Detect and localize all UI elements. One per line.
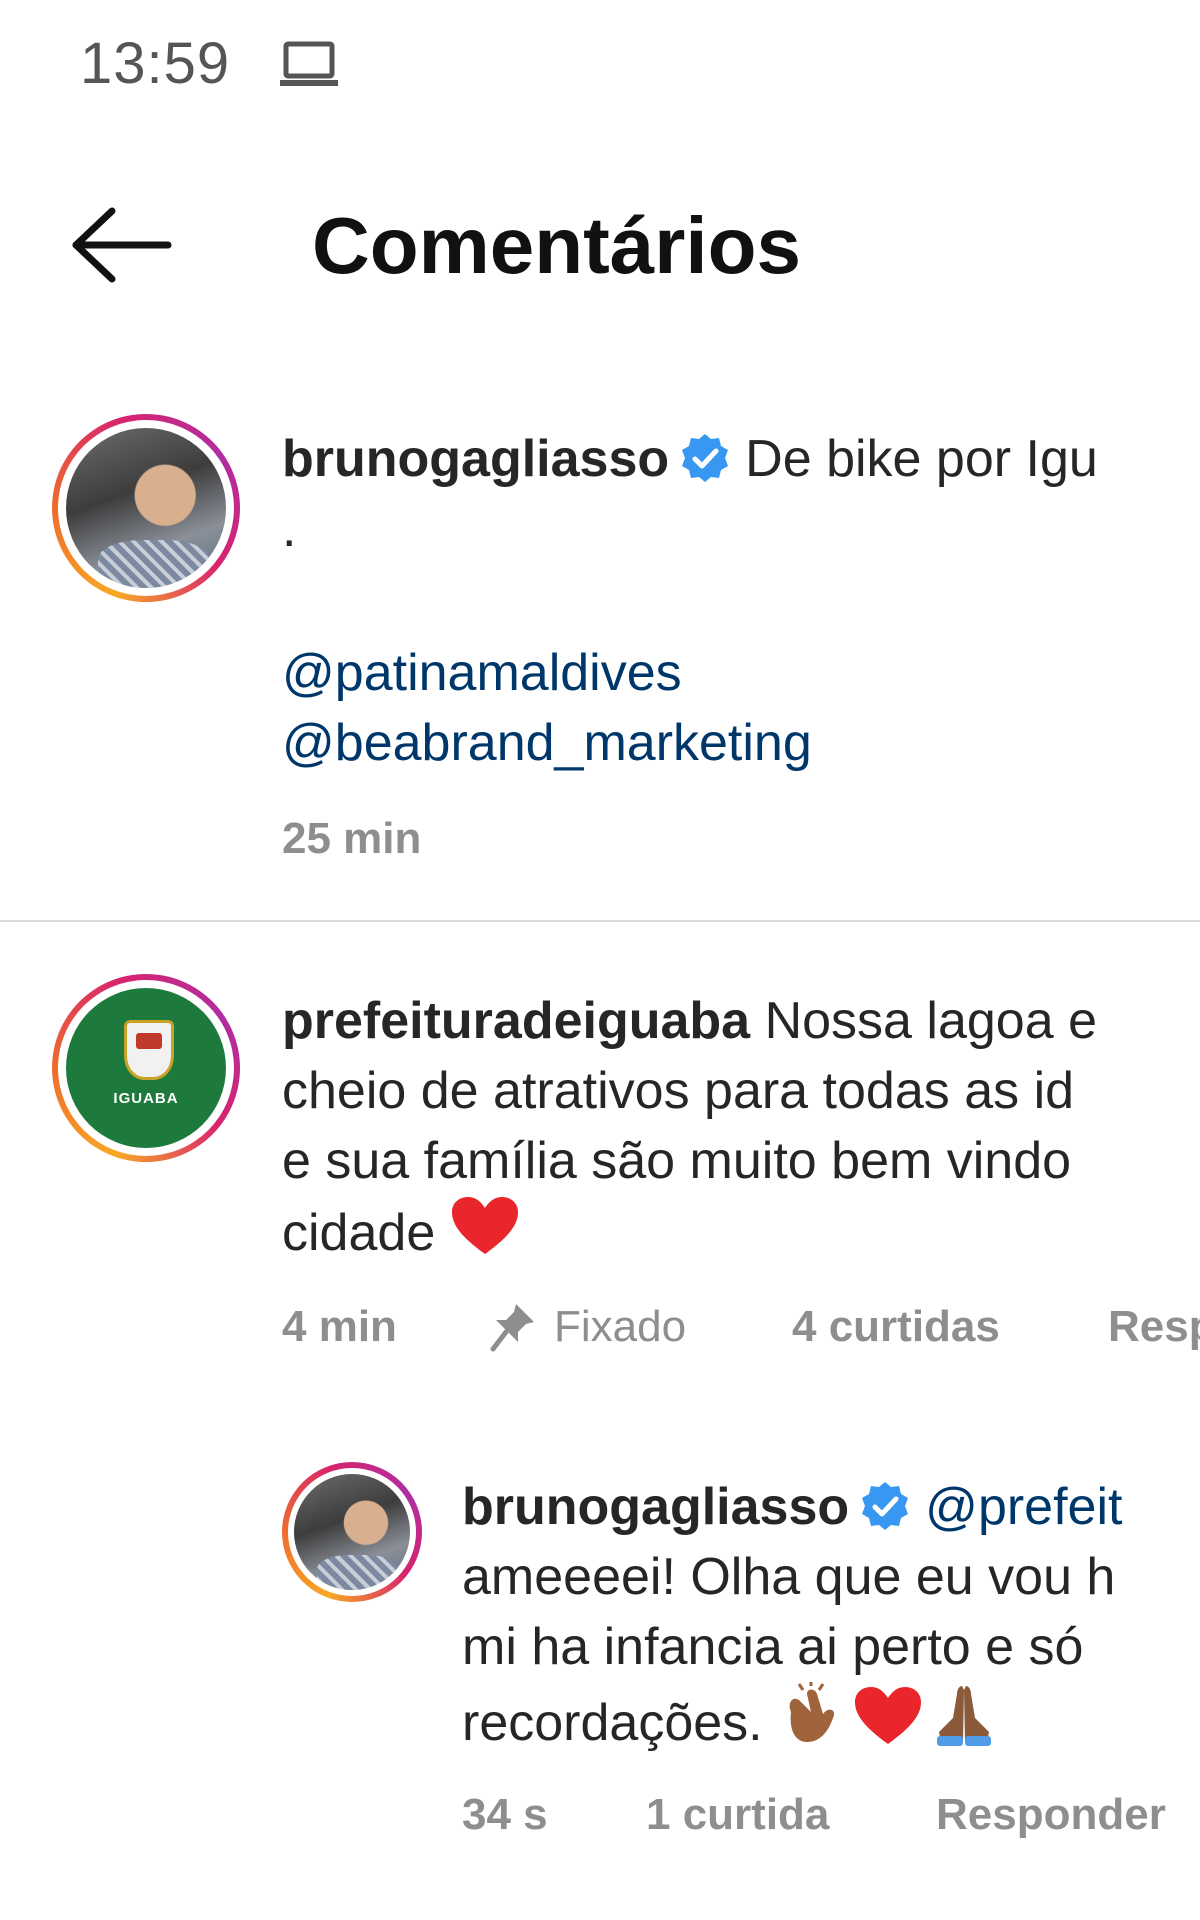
- pin-icon: [490, 1304, 534, 1352]
- caption-mention-1[interactable]: @patinamaldives: [282, 638, 682, 708]
- caption-username[interactable]: brunogagliasso: [282, 430, 669, 488]
- comment-line-1: prefeituradeiguaba Nossa lagoa e: [282, 986, 1097, 1056]
- avatar-photo: [66, 428, 226, 588]
- comment-avatar[interactable]: IGUABA: [52, 974, 240, 1162]
- reply-line-2: ameeeei! Olha que eu vou h: [462, 1548, 1116, 1606]
- reply-line-4: recordações.: [462, 1682, 1005, 1758]
- page-title: Comentários: [312, 201, 801, 290]
- heart-emoji: [451, 1197, 518, 1254]
- comment-line-4: cidade: [282, 1196, 526, 1268]
- heart-emoji: [855, 1687, 922, 1744]
- comment-timestamp: 4 min: [282, 1302, 397, 1351]
- comment-line-3: e sua família são muito bem vindo: [282, 1132, 1072, 1190]
- reply-line-1: brunogagliasso @prefeit: [462, 1472, 1122, 1542]
- pinned-label: Fixado: [554, 1302, 687, 1351]
- logo-text: IGUABA: [113, 1090, 179, 1108]
- caption-dot: .: [282, 500, 297, 558]
- reply-mention[interactable]: @prefeit: [925, 1478, 1122, 1536]
- comment-text-1: Nossa lagoa e: [764, 992, 1098, 1050]
- verified-badge-icon: [862, 1482, 909, 1530]
- caption-text: De bike por Igu: [745, 430, 1098, 488]
- divider: [0, 920, 1200, 922]
- comment-text-4: cidade: [282, 1204, 436, 1262]
- avatar-photo: [294, 1474, 410, 1590]
- caption-line-1: brunogagliasso De bike por Igu: [282, 424, 1098, 494]
- laptop-icon: [280, 41, 338, 86]
- arrow-left-icon[interactable]: [68, 205, 172, 285]
- folded-hands-emoji: [937, 1686, 992, 1746]
- reply-timestamp: 34 s: [462, 1790, 548, 1839]
- reply-button[interactable]: Responder: [936, 1790, 1166, 1840]
- reply-line-3: mi ha infancia ai perto e só: [462, 1618, 1084, 1676]
- comment-username[interactable]: prefeituradeiguaba: [282, 992, 750, 1050]
- reply-username[interactable]: brunogagliasso: [462, 1478, 849, 1536]
- comment-reply-button[interactable]: Resp: [1108, 1302, 1200, 1352]
- reply-text-4: recordações.: [462, 1694, 763, 1752]
- caption-mention-2[interactable]: @beabrand_marketing: [282, 708, 812, 778]
- status-time: 13:59: [80, 31, 231, 96]
- verified-badge-icon: [682, 434, 729, 482]
- reply-likes[interactable]: 1 curtida: [646, 1790, 829, 1840]
- reply-avatar[interactable]: [282, 1462, 422, 1602]
- comment-line-2: cheio de atrativos para todas as id: [282, 1062, 1075, 1120]
- clapping-hands-emoji: [789, 1682, 835, 1742]
- comment-likes[interactable]: 4 curtidas: [792, 1302, 1000, 1352]
- iguaba-logo: IGUABA: [66, 988, 226, 1148]
- caption-avatar[interactable]: [52, 414, 240, 602]
- caption-timestamp: 25 min: [282, 814, 422, 863]
